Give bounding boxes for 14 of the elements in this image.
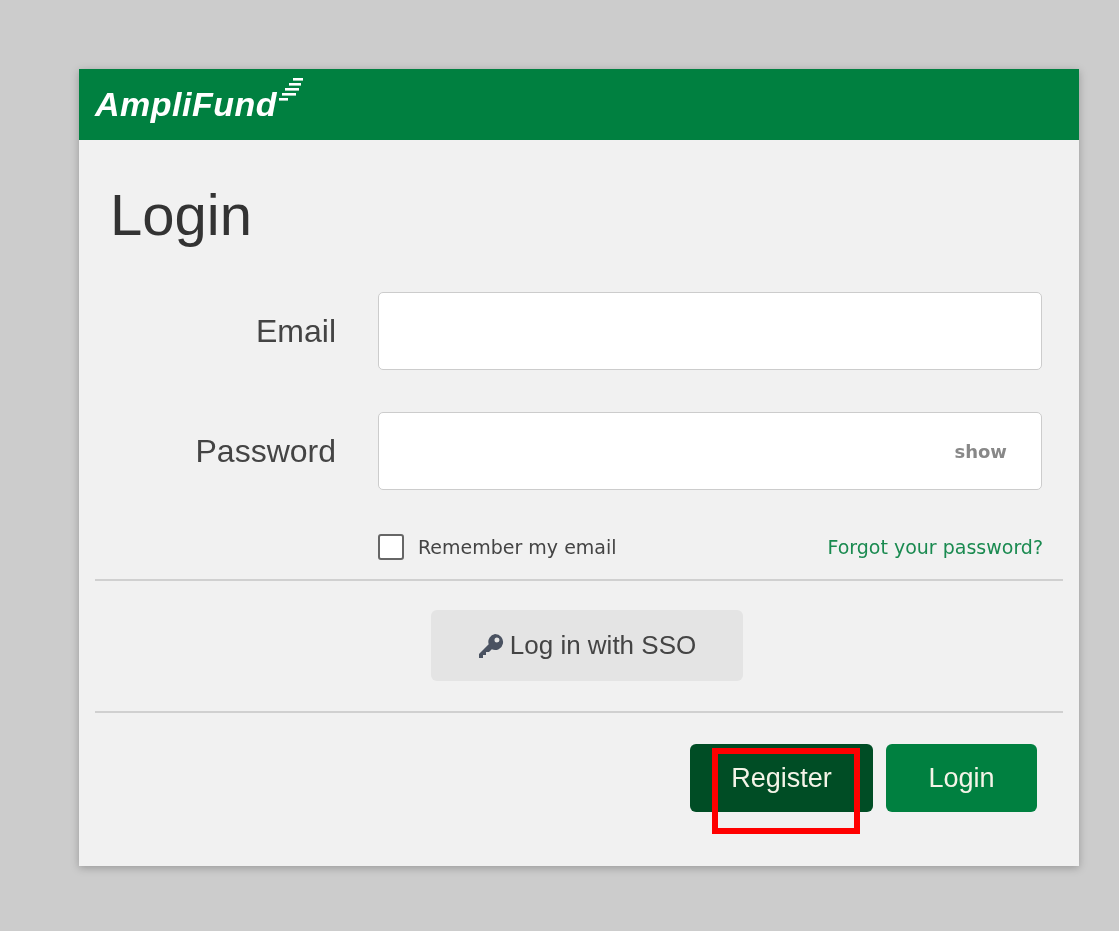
email-field[interactable] bbox=[378, 292, 1042, 370]
forgot-password-link[interactable]: Forgot your password? bbox=[827, 536, 1043, 558]
key-icon bbox=[477, 632, 504, 659]
field-label: Email bbox=[255, 312, 336, 350]
login-button[interactable]: Login bbox=[886, 744, 1037, 812]
password-field[interactable]: show bbox=[378, 412, 1042, 490]
remember-label: Remember my email bbox=[418, 536, 617, 558]
page-title: Login bbox=[109, 181, 253, 249]
show-password-toggle[interactable]: show bbox=[954, 440, 1007, 462]
sso-button[interactable]: Log in with SSO bbox=[431, 610, 743, 681]
logo-text: AmpliFund bbox=[95, 85, 278, 124]
stripes-icon bbox=[279, 77, 306, 101]
remember-checkbox[interactable] bbox=[378, 534, 404, 560]
field-label: Password bbox=[194, 432, 336, 470]
